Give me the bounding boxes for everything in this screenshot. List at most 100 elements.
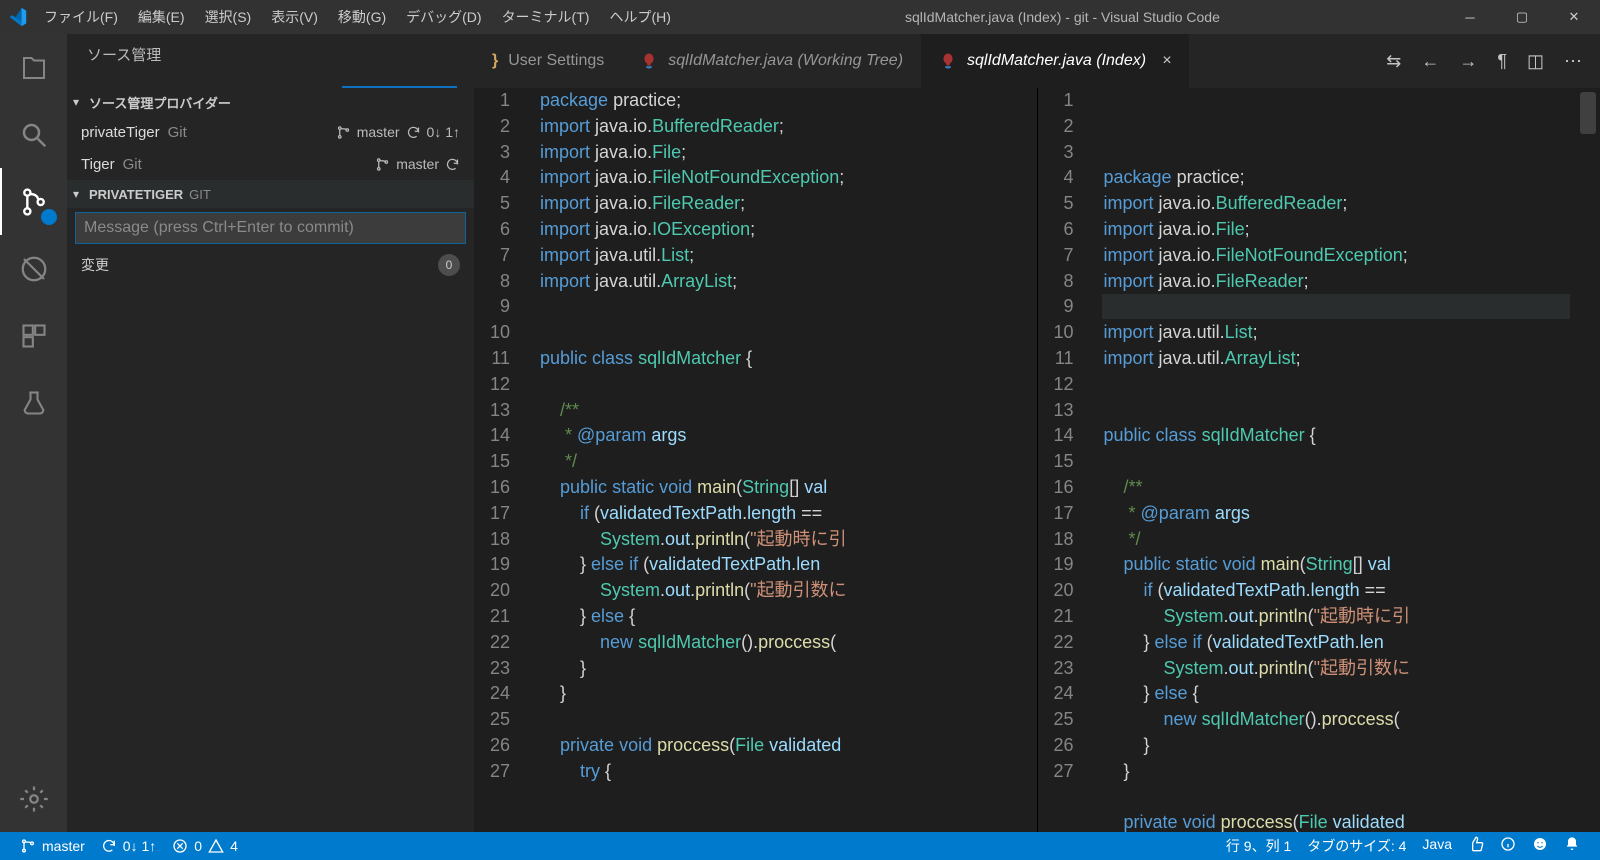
- open-changes-icon[interactable]: ⇆: [1386, 51, 1401, 72]
- code-line[interactable]: import java.util.List;: [538, 243, 1037, 269]
- code-line[interactable]: System.out.println("起動引数に: [1102, 656, 1571, 682]
- diff-left-pane[interactable]: 1234567891011121314151617181920212223242…: [474, 88, 1037, 832]
- activity-testing[interactable]: [0, 369, 67, 436]
- menu-item[interactable]: 移動(G): [328, 0, 396, 34]
- code-line[interactable]: /**: [1102, 475, 1571, 501]
- activity-settings[interactable]: [0, 765, 67, 832]
- close-window-button[interactable]: ✕: [1548, 0, 1600, 34]
- changes-row[interactable]: 変更 0: [67, 250, 474, 280]
- activity-explorer[interactable]: [0, 34, 67, 101]
- code-line[interactable]: new sqlIdMatcher().proccess(: [1102, 707, 1571, 733]
- code-line[interactable]: }: [538, 656, 1037, 682]
- scm-provider-row[interactable]: privateTigerGitmaster0↓ 1↑: [67, 116, 474, 148]
- maximize-button[interactable]: ▢: [1496, 0, 1548, 34]
- prev-change-icon[interactable]: ←: [1421, 51, 1439, 72]
- code-line[interactable]: import java.io.FileNotFoundException;: [1102, 243, 1571, 269]
- activity-debug[interactable]: [0, 235, 67, 302]
- split-editor-icon[interactable]: ◫: [1527, 51, 1544, 72]
- menu-item[interactable]: ファイル(F): [34, 0, 128, 34]
- close-tab-icon[interactable]: ×: [1162, 52, 1171, 70]
- menu-item[interactable]: 表示(V): [261, 0, 328, 34]
- scm-repo-header[interactable]: ▾ PRIVATETIGER GIT: [67, 180, 474, 208]
- code-line[interactable]: if (validatedTextPath.length ==: [538, 501, 1037, 527]
- activity-extensions[interactable]: [0, 302, 67, 369]
- code-line[interactable]: public static void main(String[] val: [1102, 552, 1571, 578]
- code-line[interactable]: }: [538, 681, 1037, 707]
- code-line[interactable]: import java.io.IOException;: [538, 217, 1037, 243]
- code-line[interactable]: System.out.println("起動時に引: [1102, 604, 1571, 630]
- code-line[interactable]: import java.io.File;: [1102, 217, 1571, 243]
- whitespace-icon[interactable]: ¶: [1497, 51, 1507, 72]
- status-tabsize[interactable]: タブのサイズ: 4: [1299, 836, 1414, 856]
- status-branch[interactable]: master: [12, 832, 93, 860]
- code-line[interactable]: import java.io.File;: [538, 140, 1037, 166]
- editor-tab[interactable]: sqlIdMatcher.java (Index)×: [921, 34, 1189, 88]
- code-line[interactable]: import java.util.ArrayList;: [538, 269, 1037, 295]
- code-line[interactable]: [538, 707, 1037, 733]
- code-line[interactable]: try {: [538, 759, 1037, 785]
- code-line[interactable]: [538, 320, 1037, 346]
- code-line[interactable]: package practice;: [1102, 165, 1571, 191]
- status-thumbs-up-icon[interactable]: [1460, 836, 1492, 852]
- code-line[interactable]: } else if (validatedTextPath.len: [538, 552, 1037, 578]
- code-line[interactable]: [538, 294, 1037, 320]
- code-line[interactable]: System.out.println("起動時に引: [538, 527, 1037, 553]
- code-line[interactable]: * @param args: [538, 423, 1037, 449]
- code-line[interactable]: public static void main(String[] val: [538, 475, 1037, 501]
- code-line[interactable]: package practice;: [538, 88, 1037, 114]
- code-line[interactable]: */: [1102, 527, 1571, 553]
- code-line[interactable]: public class sqlIdMatcher {: [1102, 423, 1571, 449]
- editor-tab[interactable]: }User Settings: [474, 34, 622, 88]
- menu-item[interactable]: ヘルプ(H): [599, 0, 680, 34]
- code-line[interactable]: new sqlIdMatcher().proccess(: [538, 630, 1037, 656]
- status-feedback-icon[interactable]: [1524, 836, 1556, 852]
- code-line[interactable]: [1102, 398, 1571, 424]
- editor-tab[interactable]: sqlIdMatcher.java (Working Tree): [622, 34, 921, 88]
- scm-providers-header[interactable]: ▾ ソース管理プロバイダー: [67, 88, 474, 116]
- more-actions-icon[interactable]: ⋯: [1564, 51, 1582, 72]
- activity-source-control[interactable]: [0, 168, 67, 235]
- code-line[interactable]: import java.io.FileNotFoundException;: [538, 165, 1037, 191]
- code-line[interactable]: } else if (validatedTextPath.len: [1102, 630, 1571, 656]
- code-line[interactable]: [538, 372, 1037, 398]
- code-line[interactable]: */: [538, 449, 1037, 475]
- line-number: 12: [1038, 372, 1074, 398]
- activity-search[interactable]: [0, 101, 67, 168]
- menu-item[interactable]: 編集(E): [128, 0, 195, 34]
- code-line[interactable]: }: [1102, 733, 1571, 759]
- code-line[interactable]: System.out.println("起動引数に: [538, 578, 1037, 604]
- status-language[interactable]: Java: [1414, 836, 1460, 852]
- code-line[interactable]: } else {: [538, 604, 1037, 630]
- code-line[interactable]: if (validatedTextPath.length ==: [1102, 578, 1571, 604]
- menu-item[interactable]: ターミナル(T): [492, 0, 600, 34]
- code-line[interactable]: [1102, 372, 1571, 398]
- status-bell-icon[interactable]: [1556, 836, 1588, 852]
- code-line[interactable]: import java.io.FileReader;: [538, 191, 1037, 217]
- status-sync[interactable]: 0↓ 1↑: [93, 832, 164, 860]
- status-problems[interactable]: 0 4: [164, 832, 246, 860]
- status-info-icon[interactable]: [1492, 836, 1524, 852]
- commit-message-input[interactable]: [76, 213, 465, 243]
- code-line[interactable]: /**: [538, 398, 1037, 424]
- code-line[interactable]: private void proccess(File validated: [538, 733, 1037, 759]
- code-line[interactable]: private void proccess(File validated: [1102, 810, 1571, 832]
- diff-right-pane[interactable]: 1234567891011121314151617181920212223242…: [1037, 88, 1600, 832]
- code-line[interactable]: [1102, 449, 1571, 475]
- code-line[interactable]: import java.util.List;: [1102, 320, 1571, 346]
- code-line[interactable]: [1102, 785, 1571, 811]
- next-change-icon[interactable]: →: [1459, 51, 1477, 72]
- code-line[interactable]: import java.io.BufferedReader;: [538, 114, 1037, 140]
- code-line[interactable]: } else {: [1102, 681, 1571, 707]
- code-line[interactable]: public class sqlIdMatcher {: [538, 346, 1037, 372]
- code-line[interactable]: * @param args: [1102, 501, 1571, 527]
- overview-ruler[interactable]: [1570, 88, 1600, 832]
- status-ln-col[interactable]: 行 9、列 1: [1218, 836, 1299, 856]
- minimize-button[interactable]: ─: [1444, 0, 1496, 34]
- scm-provider-row[interactable]: TigerGitmaster: [67, 148, 474, 180]
- code-line[interactable]: import java.io.BufferedReader;: [1102, 191, 1571, 217]
- menu-item[interactable]: 選択(S): [195, 0, 262, 34]
- code-line[interactable]: import java.io.FileReader;: [1102, 269, 1571, 295]
- menu-item[interactable]: デバッグ(D): [396, 0, 491, 34]
- code-line[interactable]: import java.util.ArrayList;: [1102, 346, 1571, 372]
- code-line[interactable]: }: [1102, 759, 1571, 785]
